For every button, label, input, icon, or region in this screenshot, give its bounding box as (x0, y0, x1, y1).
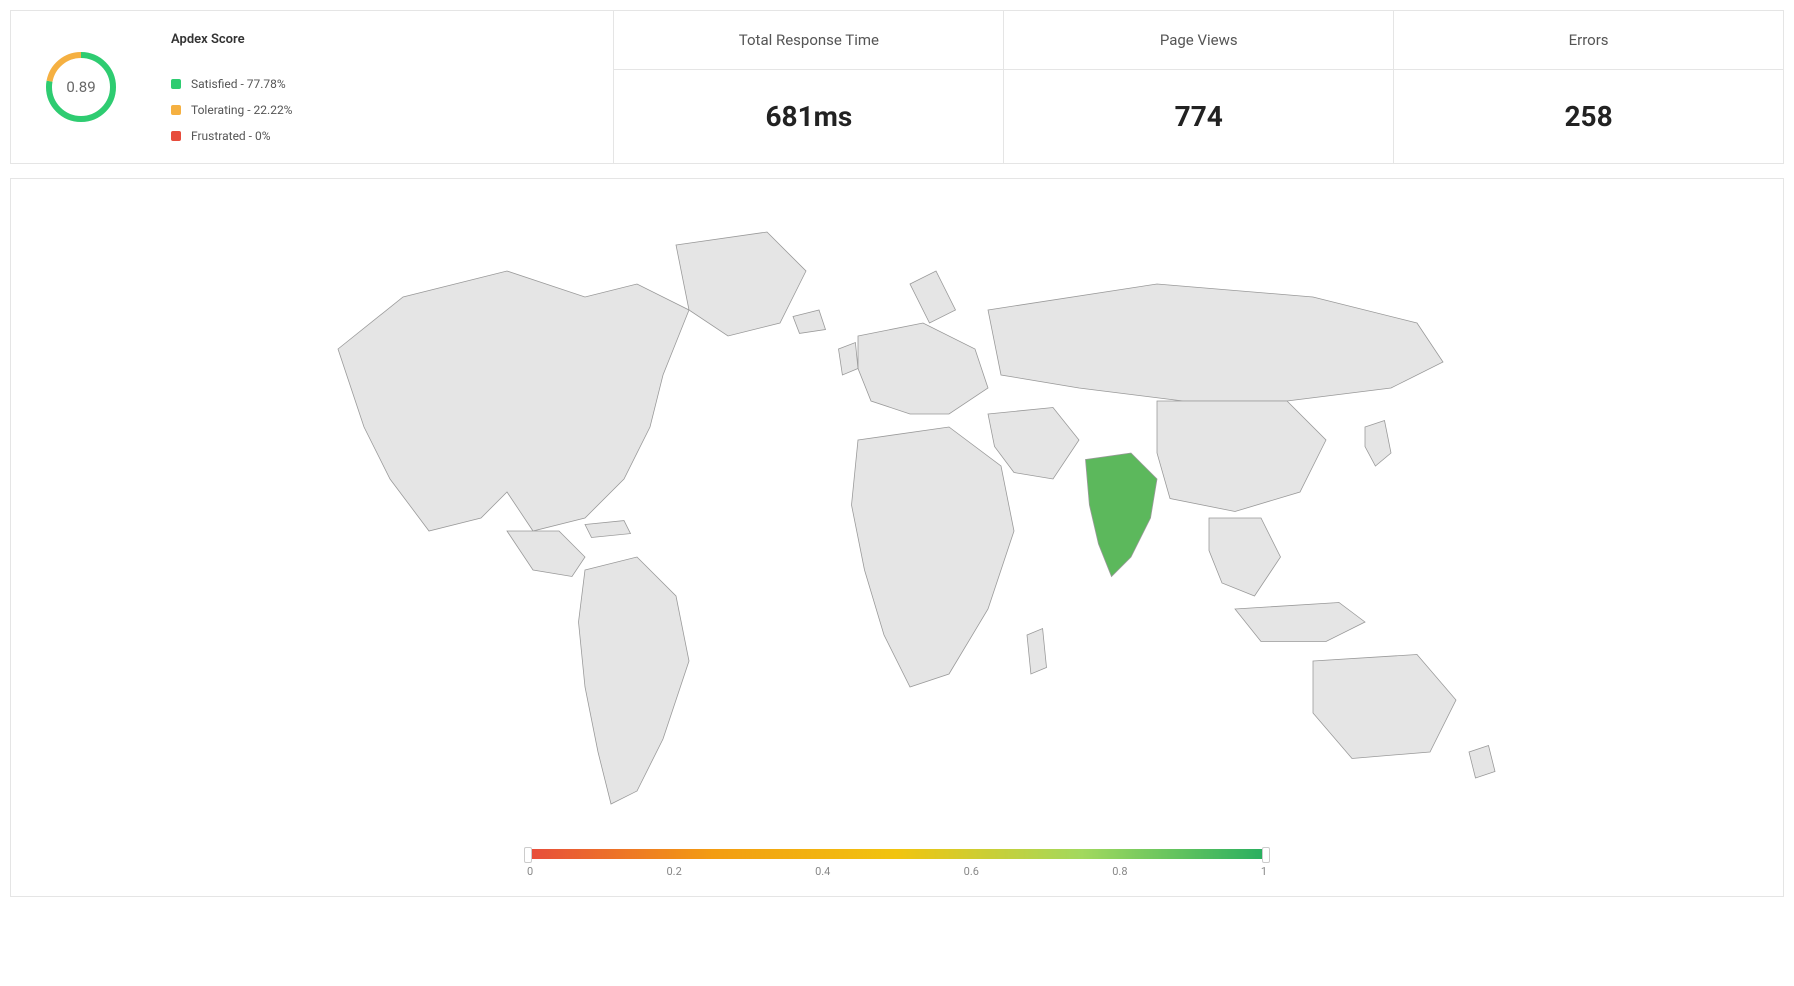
apdex-gauge: 0.89 (41, 47, 121, 127)
apdex-legend: Apdex Score Satisfied - 77.78% Toleratin… (171, 32, 292, 143)
country-europe[interactable] (858, 323, 988, 414)
legend-label: Satisfied - 77.78% (191, 77, 286, 91)
metric-title: Page Views (1004, 11, 1393, 70)
tick-label: 1 (1261, 865, 1267, 878)
dashboard: 0.89 Apdex Score Satisfied - 77.78% Tole… (10, 10, 1784, 897)
country-scandinavia[interactable] (910, 271, 956, 323)
country-indonesia[interactable] (1235, 603, 1365, 642)
legend-label: Tolerating - 22.22% (191, 103, 292, 117)
country-greenland[interactable] (676, 232, 806, 336)
apdex-panel: 0.89 Apdex Score Satisfied - 77.78% Tole… (11, 11, 613, 163)
country-north-america[interactable] (338, 271, 689, 531)
apdex-value: 0.89 (41, 47, 121, 127)
tick-label: 0.8 (1112, 865, 1127, 878)
legend-frustrated: Frustrated - 0% (171, 129, 292, 143)
swatch-icon (171, 79, 181, 89)
metric-value: 258 (1394, 70, 1783, 163)
metric-value: 774 (1004, 70, 1393, 163)
swatch-icon (171, 131, 181, 141)
summary-row: 0.89 Apdex Score Satisfied - 77.78% Tole… (10, 10, 1784, 164)
country-south-america[interactable] (579, 557, 690, 804)
country-japan[interactable] (1365, 421, 1391, 467)
country-china[interactable] (1157, 401, 1326, 512)
country-madagascar[interactable] (1027, 629, 1047, 675)
country-caribbean[interactable] (585, 521, 631, 538)
country-se-asia[interactable] (1209, 518, 1281, 596)
legend-satisfied: Satisfied - 77.78% (171, 77, 292, 91)
tick-label: 0 (527, 865, 533, 878)
apdex-title: Apdex Score (171, 32, 292, 47)
country-uk[interactable] (839, 343, 859, 376)
country-africa[interactable] (852, 427, 1015, 687)
gradient-bar[interactable] (527, 849, 1267, 859)
tick-label: 0.6 (964, 865, 979, 878)
legend-label: Frustrated - 0% (191, 129, 271, 143)
world-map-card: 0 0.2 0.4 0.6 0.8 1 (10, 178, 1784, 897)
country-russia[interactable] (988, 284, 1443, 401)
metric-value: 681ms (614, 70, 1003, 163)
metric-errors: Errors 258 (1393, 11, 1783, 163)
tick-label: 0.2 (667, 865, 682, 878)
legend-tolerating: Tolerating - 22.22% (171, 103, 292, 117)
tick-label: 0.4 (815, 865, 830, 878)
country-new-zealand[interactable] (1469, 746, 1495, 779)
world-map[interactable] (247, 193, 1547, 843)
swatch-icon (171, 105, 181, 115)
metric-title: Errors (1394, 11, 1783, 70)
metric-response-time: Total Response Time 681ms (613, 11, 1003, 163)
metric-page-views: Page Views 774 (1003, 11, 1393, 163)
country-australia[interactable] (1313, 655, 1456, 759)
metric-title: Total Response Time (614, 11, 1003, 70)
map-color-legend: 0 0.2 0.4 0.6 0.8 1 (527, 849, 1267, 878)
country-central-america[interactable] (507, 531, 585, 577)
country-iceland[interactable] (793, 310, 826, 333)
country-india[interactable] (1086, 453, 1158, 577)
gradient-ticks: 0 0.2 0.4 0.6 0.8 1 (527, 865, 1267, 878)
